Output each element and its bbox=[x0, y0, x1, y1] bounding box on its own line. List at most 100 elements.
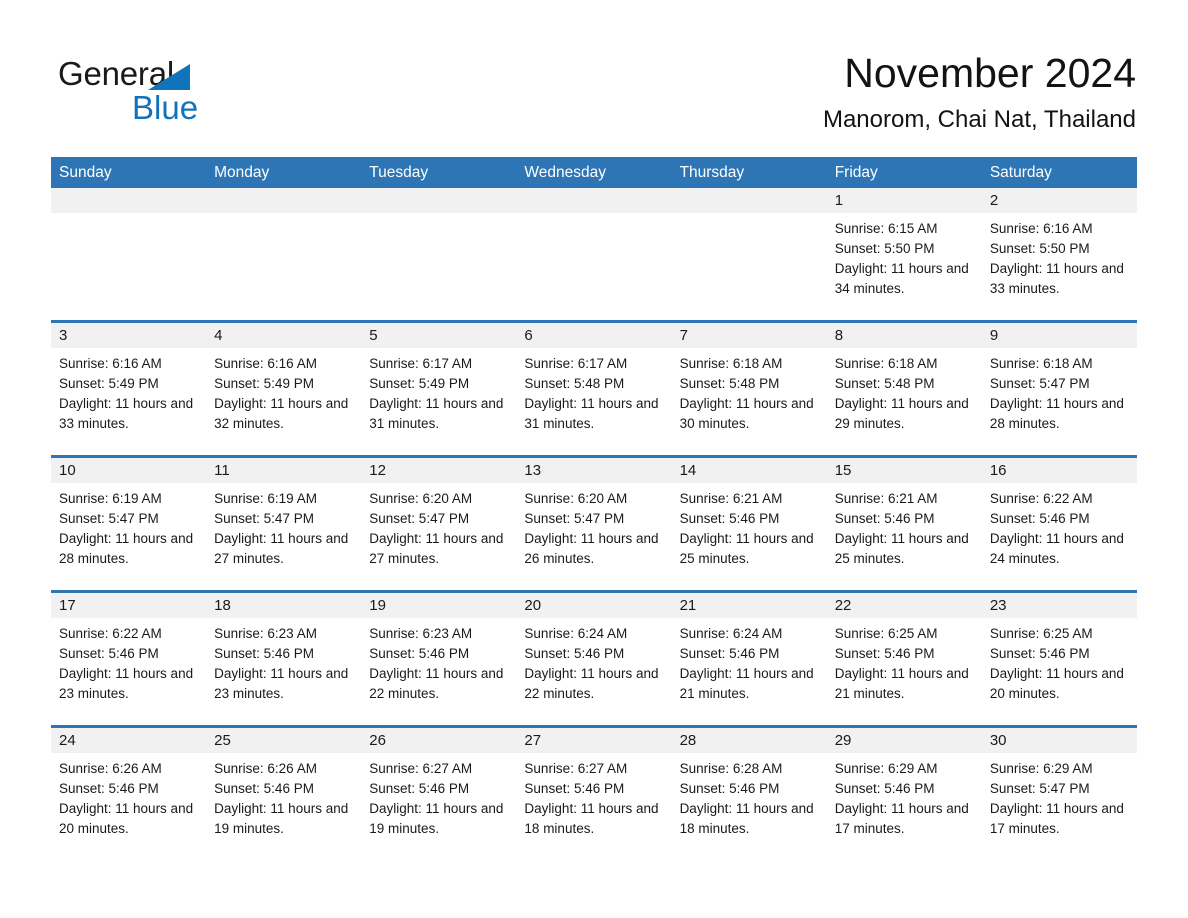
page-header: General Blue November 2024 Manorom, Chai… bbox=[0, 0, 1188, 152]
sunrise-text: Sunrise: 6:16 AM bbox=[214, 356, 317, 371]
daylight-text: Daylight: 11 hours and 25 minutes. bbox=[679, 531, 814, 566]
day-number: 5 bbox=[361, 323, 517, 348]
sunset-text: Sunset: 5:46 PM bbox=[834, 646, 935, 661]
calendar-day-cell[interactable]: 22 Sunrise: 6:25 AM Sunset: 5:46 PM Dayligh… bbox=[826, 593, 982, 725]
calendar-day-cell[interactable]: 10 Sunrise: 6:19 AM Sunset: 5:47 PM Dayligh… bbox=[51, 458, 207, 590]
sunrise-text: Sunrise: 6:17 AM bbox=[524, 356, 628, 371]
day-number: 11 bbox=[206, 458, 362, 483]
calendar-day-cell[interactable]: 15 Sunrise: 6:21 AM Sunset: 5:46 PM Dayligh… bbox=[826, 458, 982, 590]
sunset-text: Sunset: 5:48 PM bbox=[524, 376, 625, 391]
page-title: November 2024 bbox=[844, 50, 1136, 96]
sunrise-text: Sunrise: 6:26 AM bbox=[59, 761, 162, 776]
calendar-day-cell[interactable]: 13 Sunrise: 6:20 AM Sunset: 5:47 PM Dayligh… bbox=[516, 458, 672, 590]
sunset-text: Sunset: 5:50 PM bbox=[989, 241, 1090, 256]
sunset-text: Sunset: 5:46 PM bbox=[369, 781, 470, 796]
day-number: 14 bbox=[671, 458, 827, 483]
calendar-day-cell[interactable]: 3 Sunrise: 6:16 AM Sunset: 5:49 PM Daylight… bbox=[51, 323, 207, 455]
calendar-day-cell[interactable]: 6 Sunrise: 6:17 AM Sunset: 5:48 PM Daylight… bbox=[516, 323, 672, 455]
sunrise-text: Sunrise: 6:18 AM bbox=[679, 356, 783, 371]
sunset-text: Sunset: 5:46 PM bbox=[834, 511, 935, 526]
logo-text-blue: Blue bbox=[132, 89, 199, 126]
sunrise-text: Sunrise: 6:16 AM bbox=[59, 356, 162, 371]
sunset-text: Sunset: 5:47 PM bbox=[214, 511, 314, 526]
calendar-day-cell[interactable]: 29 Sunrise: 6:29 AM Sunset: 5:46 PM Dayligh… bbox=[826, 728, 982, 860]
sunset-text: Sunset: 5:49 PM bbox=[214, 376, 314, 391]
daylight-text: Daylight: 11 hours and 31 minutes. bbox=[369, 396, 504, 431]
day-sun-info: Sunrise: 6:16 AM Sunset: 5:49 PM Daylight:… bbox=[51, 348, 206, 434]
sunset-text: Sunset: 5:46 PM bbox=[989, 511, 1090, 526]
daylight-text: Daylight: 11 hours and 21 minutes. bbox=[679, 666, 814, 701]
sunset-text: Sunset: 5:47 PM bbox=[369, 511, 470, 526]
sunrise-text: Sunrise: 6:22 AM bbox=[989, 491, 1093, 506]
day-number bbox=[51, 188, 207, 213]
day-number: 1 bbox=[826, 188, 982, 213]
calendar-day-cell[interactable]: 20 Sunrise: 6:24 AM Sunset: 5:46 PM Dayligh… bbox=[516, 593, 672, 725]
day-number: 21 bbox=[671, 593, 827, 618]
calendar-day-cell[interactable]: 12 Sunrise: 6:20 AM Sunset: 5:47 PM Dayligh… bbox=[361, 458, 517, 590]
daylight-text: Daylight: 11 hours and 21 minutes. bbox=[834, 666, 969, 701]
day-sun-info: Sunrise: 6:19 AM Sunset: 5:47 PM Daylight:… bbox=[51, 483, 206, 569]
calendar-day-cell[interactable]: 30 Sunrise: 6:29 AM Sunset: 5:47 PM Dayligh… bbox=[981, 728, 1137, 860]
sunrise-text: Sunrise: 6:29 AM bbox=[989, 761, 1093, 776]
sunrise-text: Sunrise: 6:19 AM bbox=[59, 491, 162, 506]
weekday-header-monday: Monday bbox=[214, 164, 270, 181]
day-sun-info: Sunrise: 6:15 AM Sunset: 5:50 PM Daylight:… bbox=[827, 213, 982, 299]
sunrise-text: Sunrise: 6:27 AM bbox=[369, 761, 473, 776]
calendar-day-cell[interactable]: 18 Sunrise: 6:23 AM Sunset: 5:46 PM Dayligh… bbox=[206, 593, 362, 725]
calendar-day-cell[interactable]: 23 Sunrise: 6:25 AM Sunset: 5:46 PM Dayligh… bbox=[981, 593, 1137, 725]
day-number: 8 bbox=[826, 323, 982, 348]
sunrise-text: Sunrise: 6:18 AM bbox=[834, 356, 938, 371]
calendar-day-cell[interactable]: 11 Sunrise: 6:19 AM Sunset: 5:47 PM Dayligh… bbox=[206, 458, 362, 590]
calendar-day-cell[interactable]: 4 Sunrise: 6:16 AM Sunset: 5:49 PM Daylight… bbox=[206, 323, 362, 455]
day-number bbox=[206, 188, 362, 213]
day-sun-info: Sunrise: 6:23 AM Sunset: 5:46 PM Daylight:… bbox=[361, 618, 516, 704]
day-sun-info: Sunrise: 6:17 AM Sunset: 5:48 PM Daylight:… bbox=[516, 348, 671, 434]
calendar-day-cell[interactable]: 21 Sunrise: 6:24 AM Sunset: 5:46 PM Dayligh… bbox=[671, 593, 827, 725]
daylight-text: Daylight: 11 hours and 22 minutes. bbox=[369, 666, 504, 701]
day-number: 2 bbox=[981, 188, 1137, 213]
sunrise-text: Sunrise: 6:29 AM bbox=[834, 761, 938, 776]
day-number: 7 bbox=[671, 323, 827, 348]
day-number: 27 bbox=[516, 728, 672, 753]
general-blue-logo[interactable]: General Blue bbox=[58, 55, 258, 126]
calendar-day-cell[interactable]: 7 Sunrise: 6:18 AM Sunset: 5:48 PM Daylight… bbox=[671, 323, 827, 455]
logo-triangle-icon bbox=[148, 64, 190, 90]
day-number: 10 bbox=[51, 458, 207, 483]
calendar-week-row: 17 Sunrise: 6:22 AM Sunset: 5:46 PM Dayligh… bbox=[51, 590, 1137, 725]
calendar-day-cell[interactable]: 9 Sunrise: 6:18 AM Sunset: 5:47 PM Daylight… bbox=[981, 323, 1137, 455]
calendar-day-cell[interactable]: 26 Sunrise: 6:27 AM Sunset: 5:46 PM Dayligh… bbox=[361, 728, 517, 860]
calendar-day-cell[interactable]: 14 Sunrise: 6:21 AM Sunset: 5:46 PM Dayligh… bbox=[671, 458, 827, 590]
calendar-day-cell[interactable]: 17 Sunrise: 6:22 AM Sunset: 5:46 PM Dayligh… bbox=[51, 593, 207, 725]
sunset-text: Sunset: 5:46 PM bbox=[214, 646, 314, 661]
calendar-week-row: 3 Sunrise: 6:16 AM Sunset: 5:49 PM Daylight… bbox=[51, 320, 1137, 455]
daylight-text: Daylight: 11 hours and 25 minutes. bbox=[834, 531, 969, 566]
calendar-day-cell[interactable]: 16 Sunrise: 6:22 AM Sunset: 5:46 PM Dayligh… bbox=[981, 458, 1137, 590]
calendar-day-cell[interactable]: 8 Sunrise: 6:18 AM Sunset: 5:48 PM Daylight… bbox=[826, 323, 982, 455]
calendar-day-cell[interactable]: 5 Sunrise: 6:17 AM Sunset: 5:49 PM Daylight… bbox=[361, 323, 517, 455]
daylight-text: Daylight: 11 hours and 28 minutes. bbox=[59, 531, 194, 566]
day-number: 9 bbox=[981, 323, 1137, 348]
day-number: 18 bbox=[206, 593, 362, 618]
day-number: 6 bbox=[516, 323, 672, 348]
sunset-text: Sunset: 5:46 PM bbox=[369, 646, 470, 661]
day-number: 26 bbox=[361, 728, 517, 753]
sunrise-text: Sunrise: 6:15 AM bbox=[834, 221, 938, 236]
sunset-text: Sunset: 5:47 PM bbox=[989, 781, 1090, 796]
calendar-day-cell[interactable]: 1 Sunrise: 6:15 AM Sunset: 5:50 PM Daylight… bbox=[826, 188, 982, 320]
day-sun-info: Sunrise: 6:16 AM Sunset: 5:50 PM Daylight:… bbox=[982, 213, 1137, 299]
daylight-text: Daylight: 11 hours and 19 minutes. bbox=[369, 801, 504, 836]
calendar-day-cell[interactable]: 24 Sunrise: 6:26 AM Sunset: 5:46 PM Dayligh… bbox=[51, 728, 207, 860]
calendar-day-cell[interactable]: 25 Sunrise: 6:26 AM Sunset: 5:46 PM Dayligh… bbox=[206, 728, 362, 860]
sunset-text: Sunset: 5:46 PM bbox=[679, 646, 780, 661]
calendar-day-cell[interactable]: 2 Sunrise: 6:16 AM Sunset: 5:50 PM Daylight… bbox=[981, 188, 1137, 320]
sunrise-text: Sunrise: 6:21 AM bbox=[834, 491, 938, 506]
sunrise-text: Sunrise: 6:16 AM bbox=[989, 221, 1093, 236]
day-number: 30 bbox=[981, 728, 1137, 753]
calendar-day-cell[interactable]: 27 Sunrise: 6:27 AM Sunset: 5:46 PM Dayligh… bbox=[516, 728, 672, 860]
day-number: 15 bbox=[826, 458, 982, 483]
calendar-day-cell[interactable]: 28 Sunrise: 6:28 AM Sunset: 5:46 PM Dayligh… bbox=[671, 728, 827, 860]
day-number: 12 bbox=[361, 458, 517, 483]
day-number: 24 bbox=[51, 728, 207, 753]
calendar-day-cell[interactable]: 19 Sunrise: 6:23 AM Sunset: 5:46 PM Dayligh… bbox=[361, 593, 517, 725]
daylight-text: Daylight: 11 hours and 27 minutes. bbox=[214, 531, 349, 566]
